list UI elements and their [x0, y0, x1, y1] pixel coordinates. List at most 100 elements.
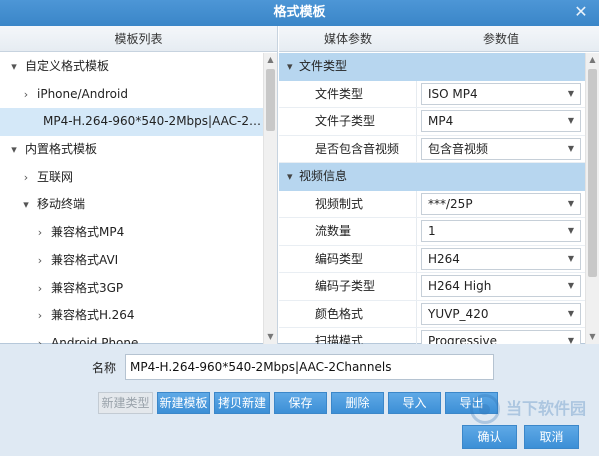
tree-node[interactable]: ▾ 内置格式模板	[0, 136, 263, 164]
param-row: 颜色格式 YUVP_420 ▼	[279, 300, 585, 328]
chevron-right-icon[interactable]: ›	[34, 275, 46, 303]
scroll-up-icon[interactable]: ▲	[586, 53, 599, 67]
media-params-panel: 媒体参数 参数值 ▾ 文件类型 文件类型 ISO MP4 ▼ 文件子类型 MP4 ▼ 是否包含音…	[279, 26, 599, 344]
param-value: 包含音视频	[428, 141, 489, 156]
tree-node[interactable]: › 兼容格式MP4	[0, 219, 263, 247]
param-section[interactable]: ▾ 视频信息	[279, 163, 585, 191]
confirm-button[interactable]: 确认	[462, 425, 517, 449]
tree-node[interactable]: ▾ 自定义格式模板	[0, 53, 263, 81]
dropdown-caret-icon[interactable]: ▼	[568, 249, 574, 269]
param-value: YUVP_420	[428, 306, 489, 321]
dropdown-caret-icon[interactable]: ▼	[568, 194, 574, 214]
param-value-select[interactable]: H264 ▼	[421, 247, 581, 270]
import-button[interactable]: 导入	[388, 392, 441, 414]
param-name-header: 媒体参数	[323, 32, 372, 46]
cancel-button[interactable]: 取消	[524, 425, 579, 449]
scroll-thumb[interactable]	[588, 69, 597, 277]
chevron-down-icon[interactable]: ▾	[287, 53, 299, 81]
delete-button[interactable]: 删除	[331, 392, 384, 414]
param-value-select[interactable]: H264 High ▼	[421, 275, 581, 297]
param-value-cell: Progressive ▼	[417, 328, 585, 344]
new-template-button[interactable]: 新建模板	[157, 392, 210, 414]
param-value-select[interactable]: MP4 ▼	[421, 110, 581, 132]
scroll-down-icon[interactable]: ▼	[264, 330, 277, 344]
param-value-cell: H264 ▼	[417, 246, 585, 273]
dropdown-caret-icon[interactable]: ▼	[568, 276, 574, 296]
right-scrollbar[interactable]: ▲ ▼	[585, 53, 599, 344]
param-value: ISO MP4	[428, 86, 478, 101]
param-name: 流数量	[279, 218, 417, 245]
param-value-select[interactable]: YUVP_420 ▼	[421, 302, 581, 325]
dropdown-caret-icon[interactable]: ▼	[568, 221, 574, 241]
tree-node[interactable]: › iPhone/Android	[0, 81, 263, 109]
param-value: 1	[428, 224, 436, 238]
tree-node-label: 兼容格式AVI	[51, 252, 119, 267]
new-type-button[interactable]: 新建类型	[98, 392, 153, 414]
tree-node[interactable]: › 兼容格式3GP	[0, 275, 263, 303]
param-row: 扫描模式 Progressive ▼	[279, 328, 585, 344]
param-section[interactable]: ▾ 文件类型	[279, 53, 585, 81]
dropdown-caret-icon[interactable]: ▼	[568, 139, 574, 159]
tree-node-label: 兼容格式MP4	[51, 225, 125, 240]
scroll-thumb[interactable]	[266, 69, 275, 131]
chevron-down-icon[interactable]: ▾	[20, 191, 32, 219]
chevron-down-icon[interactable]: ▾	[8, 53, 20, 81]
param-value-select[interactable]: ***/25P ▼	[421, 192, 581, 215]
param-value-cell: YUVP_420 ▼	[417, 301, 585, 328]
chevron-right-icon[interactable]: ›	[34, 247, 46, 275]
main-content: 模板列表 ▾ 自定义格式模板 › iPhone/Android MP4-H.264-96…	[0, 26, 599, 344]
dropdown-caret-icon[interactable]: ▼	[568, 84, 574, 104]
param-value-select[interactable]: 1 ▼	[421, 220, 581, 242]
param-row: 文件子类型 MP4 ▼	[279, 108, 585, 136]
section-title: 视频信息	[299, 169, 348, 183]
dropdown-caret-icon[interactable]: ▼	[568, 304, 574, 324]
param-name: 颜色格式	[279, 300, 417, 327]
param-value-header: 参数值	[482, 32, 519, 46]
chevron-down-icon[interactable]: ▾	[287, 163, 299, 191]
param-row: 是否包含音视频 包含音视频 ▼	[279, 135, 585, 163]
chevron-right-icon[interactable]: ›	[34, 219, 46, 247]
chevron-right-icon[interactable]: ›	[20, 164, 32, 192]
param-value-select[interactable]: Progressive ▼	[421, 330, 581, 344]
chevron-down-icon[interactable]: ▾	[8, 136, 20, 164]
scroll-down-icon[interactable]: ▼	[586, 330, 599, 344]
tree-node[interactable]: › 互联网	[0, 164, 263, 192]
tree-node[interactable]: › Android Phone	[0, 330, 263, 344]
param-value: MP4	[428, 114, 454, 128]
param-value-select[interactable]: 包含音视频 ▼	[421, 137, 581, 160]
params-header: 媒体参数 参数值	[279, 26, 599, 52]
param-value-cell: 包含音视频 ▼	[417, 136, 585, 163]
window-title: 格式模板	[273, 5, 326, 20]
watermark-logo: 当下软件园	[470, 392, 590, 428]
left-scrollbar[interactable]: ▲ ▼	[263, 53, 277, 344]
watermark-text: 当下软件园	[506, 399, 587, 418]
template-list-panel: 模板列表 ▾ 自定义格式模板 › iPhone/Android MP4-H.264-96…	[0, 26, 278, 344]
scroll-up-icon[interactable]: ▲	[264, 53, 277, 67]
tree-node-label: 兼容格式H.264	[51, 308, 135, 323]
name-input[interactable]: MP4-H.264-960*540-2Mbps|AAC-2Channels	[125, 354, 494, 380]
tree-node-label: iPhone/Android	[37, 86, 128, 101]
dropdown-caret-icon[interactable]: ▼	[568, 111, 574, 131]
param-value-cell: ISO MP4 ▼	[417, 81, 585, 108]
param-value-cell: H264 High ▼	[417, 273, 585, 300]
param-row: 视频制式 ***/25P ▼	[279, 190, 585, 218]
tree-node[interactable]: › 兼容格式H.264	[0, 302, 263, 330]
close-icon[interactable]: ✕	[573, 0, 589, 26]
chevron-right-icon[interactable]: ›	[20, 81, 32, 109]
tree-node[interactable]: MP4-H.264-960*540-2Mbps|AAC-2Channels	[0, 108, 263, 137]
name-label: 名称	[92, 361, 117, 375]
save-button[interactable]: 保存	[274, 392, 327, 414]
param-row: 编码类型 H264 ▼	[279, 245, 585, 273]
param-name: 扫描模式	[279, 328, 417, 344]
tree-node[interactable]: › 兼容格式AVI	[0, 247, 263, 275]
chevron-right-icon[interactable]: ›	[34, 302, 46, 330]
copy-new-button[interactable]: 拷贝新建	[214, 392, 270, 414]
param-name: 编码子类型	[279, 273, 417, 300]
tree-node-label: 自定义格式模板	[25, 59, 110, 73]
param-value-select[interactable]: ISO MP4 ▼	[421, 82, 581, 105]
chevron-right-icon[interactable]: ›	[34, 330, 46, 344]
param-value-cell: ***/25P ▼	[417, 191, 585, 218]
tree-node-label: MP4-H.264-960*540-2Mbps|AAC-2Channels	[43, 114, 263, 129]
dropdown-caret-icon[interactable]: ▼	[568, 331, 574, 344]
tree-node[interactable]: ▾ 移动终端	[0, 191, 263, 219]
